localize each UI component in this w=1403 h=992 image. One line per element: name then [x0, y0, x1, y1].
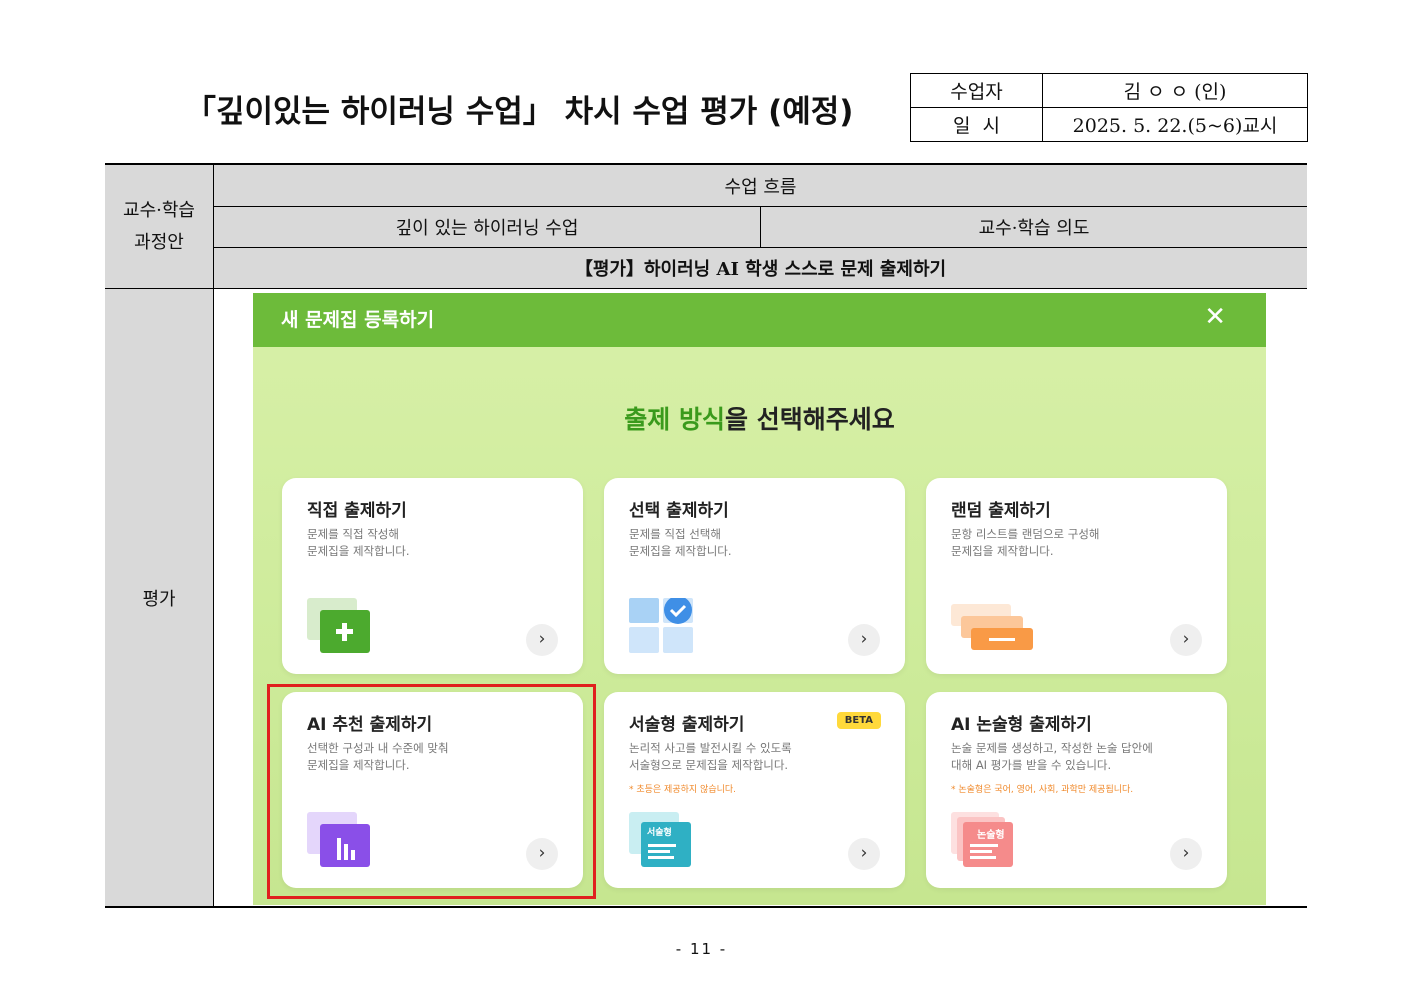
plan-left-column: 교수·학습 과정안 평가	[105, 165, 214, 906]
selection-heading: 출제 방식을 선택해주세요	[253, 400, 1266, 436]
chevron-right-icon[interactable]: ›	[848, 838, 880, 870]
card-title: 직접 출제하기	[307, 501, 407, 521]
card-description: 문제를 직접 선택해 문제집을 제작합니다.	[629, 526, 889, 560]
chevron-right-icon[interactable]: ›	[526, 624, 558, 656]
beta-badge: BETA	[836, 712, 881, 729]
activity-text: 하이러닝 AI 학생 스스로 문제 출제하기	[644, 259, 947, 280]
column-headers: 깊이 있는 하이러닝 수업 교수·학습 의도	[214, 207, 1307, 248]
modal-header: 새 문제집 등록하기 ✕	[253, 293, 1266, 347]
essay-doc-icon: 서술형	[629, 812, 693, 868]
card-desc-line1: 문제를 직접 선택해	[629, 527, 721, 541]
page-number: - 11 -	[675, 940, 728, 958]
date-label: 일 시	[910, 107, 1043, 142]
date-value: 2025. 5. 22.(5~6)교시	[1042, 107, 1308, 142]
plan-label-line2: 과정안	[134, 231, 184, 253]
card-ai-argument[interactable]: AI 논술형 출제하기 논술 문제를 생성하고, 작성한 논술 답안에 대해 A…	[926, 692, 1227, 888]
teacher-value: 김 ㅇ ㅇ (인)	[1042, 73, 1308, 108]
card-desc-line1: 논술 문제를 생성하고, 작성한 논술 답안에	[951, 741, 1153, 755]
card-desc-line1: 논리적 사고를 발전시킬 수 있도록	[629, 741, 792, 755]
card-note: * 논술형은 국어, 영어, 사회, 과학만 제공됩니다.	[951, 785, 1134, 795]
activity-row: 【평가】 하이러닝 AI 학생 스스로 문제 출제하기	[214, 248, 1307, 289]
card-desc-line1: 문제를 직접 작성해	[307, 527, 399, 541]
lesson-meta-table: 수업자 김 ㅇ ㅇ (인) 일 시 2025. 5. 22.(5~6)교시	[910, 73, 1308, 142]
activity-tag: 【평가】	[574, 259, 644, 280]
close-icon[interactable]: ✕	[1204, 302, 1226, 332]
card-description: 문항 리스트를 랜덤으로 구성해 문제집을 제작합니다.	[951, 526, 1211, 560]
teacher-label: 수업자	[910, 73, 1043, 108]
grid-check-icon	[629, 596, 693, 654]
heading-accent: 출제 방식	[624, 405, 725, 434]
chevron-right-icon[interactable]: ›	[1170, 838, 1202, 870]
plus-icon	[307, 598, 371, 654]
card-select[interactable]: 선택 출제하기 문제를 직접 선택해 문제집을 제작합니다. ›	[604, 478, 905, 674]
card-note: * 초등은 제공하지 않습니다.	[629, 785, 737, 795]
card-desc-line2: 문제집을 제작합니다.	[629, 544, 732, 558]
card-desc-line2: 대해 AI 평가를 받을 수 있습니다.	[951, 758, 1112, 772]
column-header-intent: 교수·학습 의도	[978, 218, 1090, 239]
essay-icon-label: 서술형	[647, 828, 672, 838]
plan-section-label: 교수·학습 과정안	[105, 165, 213, 289]
flow-header: 수업 흐름	[214, 165, 1307, 207]
argument-icon-label: 논술형	[977, 830, 1005, 841]
card-essay[interactable]: 서술형 출제하기 BETA 논리적 사고를 발전시킬 수 있도록 서술형으로 문…	[604, 692, 905, 888]
card-description: 문제를 직접 작성해 문제집을 제작합니다.	[307, 526, 567, 560]
card-title: 랜덤 출제하기	[951, 501, 1051, 521]
card-description: 논술 문제를 생성하고, 작성한 논술 답안에 대해 AI 평가를 받을 수 있…	[951, 740, 1211, 774]
heading-rest: 을 선택해주세요	[725, 405, 895, 434]
chevron-right-icon[interactable]: ›	[1170, 624, 1202, 656]
card-desc-line2: 서술형으로 문제집을 제작합니다.	[629, 758, 789, 772]
evaluation-label: 평가	[142, 588, 176, 610]
card-title: 서술형 출제하기	[629, 715, 745, 735]
highlight-box	[267, 684, 596, 899]
card-desc-line1: 문항 리스트를 랜덤으로 구성해	[951, 527, 1100, 541]
document-title: 「깊이있는 하이러닝 수업」 차시 수업 평가 (예정)	[185, 94, 854, 130]
chevron-right-icon[interactable]: ›	[848, 624, 880, 656]
card-desc-line2: 문제집을 제작합니다.	[951, 544, 1054, 558]
modal-title: 새 문제집 등록하기	[281, 309, 435, 331]
card-desc-line2: 문제집을 제작합니다.	[307, 544, 410, 558]
stack-icon	[951, 598, 1033, 654]
column-header-lesson: 깊이 있는 하이러닝 수업	[214, 207, 761, 247]
card-direct[interactable]: 직접 출제하기 문제를 직접 작성해 문제집을 제작합니다. ›	[282, 478, 583, 674]
card-title: 선택 출제하기	[629, 501, 729, 521]
plan-label-line1: 교수·학습	[123, 199, 195, 221]
card-random[interactable]: 랜덤 출제하기 문항 리스트를 랜덤으로 구성해 문제집을 제작합니다. ›	[926, 478, 1227, 674]
card-title: AI 논술형 출제하기	[951, 715, 1092, 735]
card-description: 논리적 사고를 발전시킬 수 있도록 서술형으로 문제집을 제작합니다.	[629, 740, 889, 774]
argument-doc-icon: 논술형	[951, 812, 1015, 868]
